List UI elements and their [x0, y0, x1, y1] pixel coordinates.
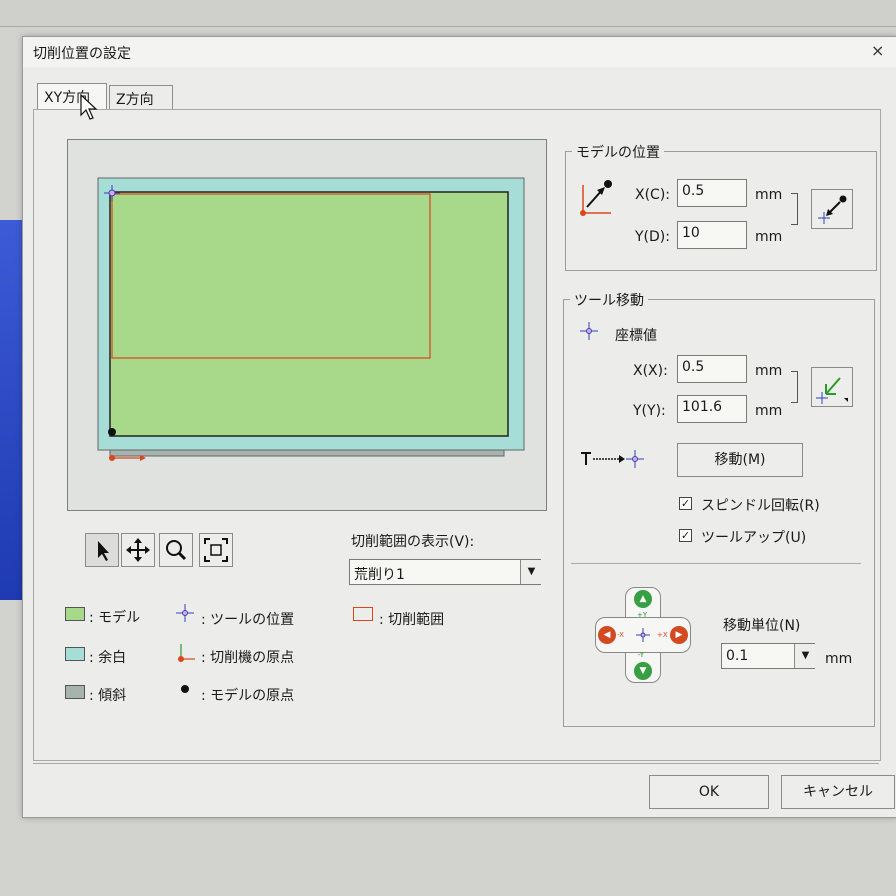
legend-cut-range-swatch [353, 607, 373, 621]
jog-plus-y-label: +Y [637, 611, 648, 619]
step-select[interactable]: 0.1 ▼ [721, 643, 816, 669]
mouse-cursor-icon [80, 93, 98, 120]
tool-position-icon [176, 604, 194, 622]
pointer-icon [98, 541, 109, 561]
machine-origin-icon [178, 644, 195, 662]
legend-slope-label: : 傾斜 [89, 688, 127, 704]
zoom-tool-button[interactable] [159, 533, 193, 567]
tool-move-group-label: ツール移動 [570, 290, 648, 310]
legend-machine-origin-label: : 切削機の原点 [201, 650, 295, 666]
set-tool-position-button[interactable] [811, 367, 853, 407]
jog-left-button[interactable]: ◀ [598, 626, 616, 644]
close-button[interactable]: × [871, 41, 884, 60]
cut-range-value: 荒削り1 [354, 567, 405, 583]
tool-y-input[interactable]: 101.6 [677, 395, 747, 423]
preview-drawing [97, 177, 525, 461]
tab-z[interactable]: Z方向 [109, 85, 173, 109]
model-position-group-label: モデルの位置 [572, 142, 664, 162]
tool-y-label: Y(Y): [633, 403, 666, 419]
step-label: 移動単位(N) [723, 618, 801, 634]
legend-cut-range-label: : 切削範囲 [379, 612, 445, 628]
tab-z-label: Z方向 [116, 92, 154, 108]
dropdown-arrow-icon[interactable]: ▼ [520, 560, 542, 584]
model-x-input[interactable]: 0.5 [677, 179, 747, 207]
spindle-label: スピンドル回転(R) [701, 498, 820, 514]
coordinate-icon [580, 322, 598, 340]
legend-model-origin-label: : モデルの原点 [201, 688, 295, 704]
jog-up-button[interactable]: ▲ [634, 590, 652, 608]
toolup-label: ツールアップ(U) [701, 530, 807, 546]
toolup-checkbox[interactable]: ✓ [679, 529, 692, 542]
cut-range-label: 切削範囲の表示(V): [351, 534, 475, 550]
footer-divider [33, 763, 879, 764]
tool-bracket [791, 371, 798, 403]
model-y-label: Y(D): [635, 229, 670, 245]
model-position-icon [580, 180, 612, 216]
fit-view-button[interactable] [199, 533, 233, 567]
model-y-input[interactable]: 10 [677, 221, 747, 249]
coordinate-label: 座標値 [615, 328, 657, 344]
set-model-position-button[interactable] [811, 189, 853, 229]
jog-plus-x-label: +X [657, 631, 668, 639]
fit-icon [204, 538, 228, 562]
title-bar: 切削位置の設定 × [23, 37, 896, 67]
step-unit: mm [825, 651, 853, 667]
tool-x-input[interactable]: 0.5 [677, 355, 747, 383]
jog-minus-x-label: -X [617, 631, 624, 639]
preview-canvas[interactable] [67, 139, 547, 511]
model-x-label: X(C): [635, 187, 671, 203]
ok-button[interactable]: OK [649, 775, 769, 809]
jog-down-button[interactable]: ▼ [634, 662, 652, 680]
jog-pad: ▲ ▼ ◀ ▶ +Y -Y -X +X [595, 587, 691, 683]
cancel-button[interactable]: キャンセル [781, 775, 895, 809]
dialog-title: 切削位置の設定 [33, 46, 131, 62]
model-origin-icon [181, 685, 189, 693]
background-3d-view [0, 220, 22, 600]
set-position-icon [818, 195, 847, 224]
model-bracket [791, 193, 798, 225]
select-tool-button[interactable] [85, 533, 119, 567]
jog-right-button[interactable]: ▶ [670, 626, 688, 644]
tool-move-divider [571, 563, 861, 564]
jog-center-icon [636, 628, 650, 642]
legend-slope-swatch [65, 685, 85, 699]
jog-minus-y-label: -Y [638, 651, 644, 659]
background-toolbar [0, 0, 896, 27]
model-origin-marker [108, 428, 116, 436]
legend-tool-pos-label: : ツールの位置 [201, 612, 295, 628]
tool-x-label: X(X): [633, 363, 668, 379]
move-button[interactable]: 移動(M) [677, 443, 803, 477]
cut-position-dialog: 切削位置の設定 × XY方向 Z方向 切削範囲の表示(V): 荒削り1 ▼: … [22, 36, 896, 818]
model-area [109, 191, 509, 437]
move-arrows-icon [126, 538, 150, 562]
magnifier-icon [166, 540, 187, 561]
legend-margin-swatch [65, 647, 85, 661]
tool-y-unit: mm [755, 403, 783, 419]
tool-set-icon [816, 377, 848, 404]
step-dropdown-arrow-icon[interactable]: ▼ [794, 644, 816, 668]
spindle-checkbox[interactable]: ✓ [679, 497, 692, 510]
tool-to-point-icon [581, 450, 644, 468]
tool-x-unit: mm [755, 363, 783, 379]
legend-margin-label: : 余白 [89, 650, 127, 666]
cut-range-select[interactable]: 荒削り1 ▼ [349, 559, 542, 585]
step-value: 0.1 [726, 648, 749, 664]
model-y-unit: mm [755, 229, 783, 245]
legend-model-swatch [65, 607, 85, 621]
pan-tool-button[interactable] [121, 533, 155, 567]
legend-model-label: : モデル [89, 610, 141, 626]
model-x-unit: mm [755, 187, 783, 203]
